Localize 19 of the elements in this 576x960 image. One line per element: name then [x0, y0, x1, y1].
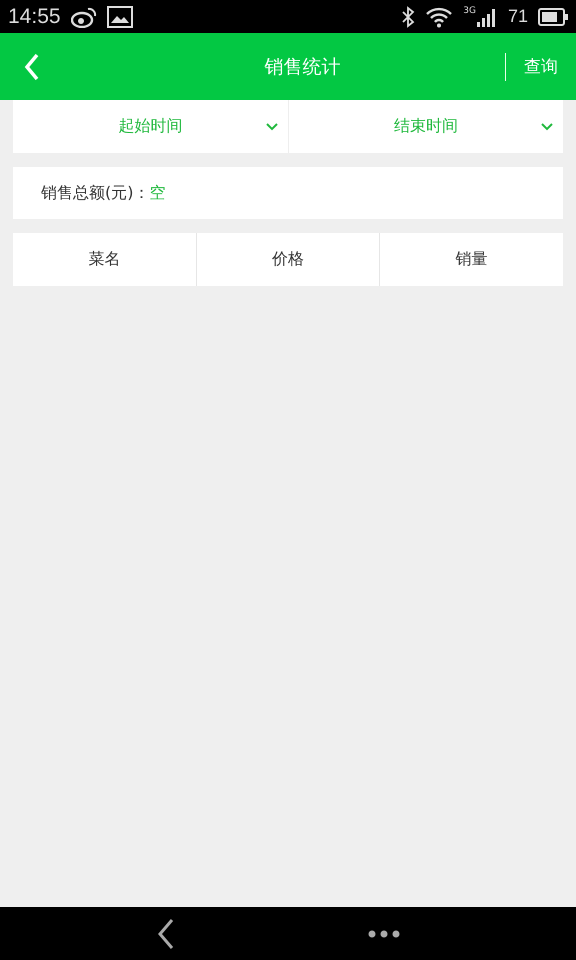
battery-level: 71: [508, 6, 528, 27]
query-button[interactable]: 查询: [524, 55, 558, 78]
chevron-down-icon: [266, 123, 278, 131]
column-header: 价格: [196, 233, 380, 286]
image-icon: [106, 6, 133, 28]
total-value: 空: [149, 182, 166, 204]
total-label: 销售总额(元)：: [41, 182, 150, 204]
more-icon[interactable]: [368, 930, 400, 938]
wifi-icon: [425, 6, 454, 28]
network-type: 3G: [463, 6, 476, 16]
status-time: 14:55: [8, 4, 61, 28]
back-icon[interactable]: [156, 918, 174, 950]
battery-icon: [538, 8, 568, 26]
column-header: 菜名: [13, 233, 197, 286]
bluetooth-icon: [401, 6, 416, 28]
weibo-icon: [70, 6, 97, 28]
chevron-down-icon: [541, 123, 553, 131]
page-title: 销售统计: [264, 54, 342, 80]
column-header: 销量: [454, 248, 489, 270]
